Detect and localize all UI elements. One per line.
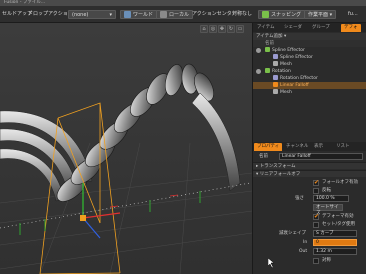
center-handle [80, 215, 86, 221]
mirror-checkbox[interactable] [313, 258, 319, 264]
in-field[interactable]: 0 [313, 239, 357, 246]
tab-shaders[interactable]: シェーダ [281, 24, 305, 32]
drop-action-label[interactable]: ドロップアクション [28, 10, 73, 19]
local-label: ローカル [169, 12, 190, 18]
symmetry-dropdown[interactable]: 対称なし [232, 10, 252, 19]
tab-deformers[interactable]: デフォ [341, 24, 361, 32]
magnet-icon [262, 11, 269, 18]
invert-checkbox[interactable] [313, 188, 319, 194]
transform-section[interactable]: ▸ トランスフォーム [253, 162, 366, 169]
linear-section-label: リニアフォールオフ [259, 172, 301, 177]
name-label: 名前 [259, 154, 268, 159]
in-label: In [303, 240, 308, 245]
add-item-label: アイテム追加 [256, 34, 283, 39]
strength-field[interactable]: 100.0 % [313, 195, 349, 202]
strength-label: 強さ [295, 196, 304, 201]
shape-dropdown[interactable]: S カーブ [313, 230, 357, 237]
list-item[interactable]: Spline Effector [253, 54, 366, 61]
items-tabbar: アイテム シェーダ グループ デフォ [253, 23, 366, 32]
item-label: Mesh [280, 62, 292, 67]
workplane-label: 作業平面 [308, 12, 329, 18]
deformer-enable-label: デフォーマ有効 [322, 214, 354, 219]
item-label: Mesh [280, 90, 292, 95]
maximize-icon[interactable]: ▭ [236, 25, 244, 33]
tab-items[interactable]: アイテム [254, 24, 278, 32]
workplane-dropdown[interactable]: 作業平面 ▾ [304, 10, 337, 19]
out-field[interactable]: 1.32 m [313, 248, 357, 255]
local-button[interactable]: ローカル [156, 10, 194, 19]
3d-viewport[interactable] [0, 23, 252, 274]
viewport-scene [0, 63, 252, 274]
item-label: Spline Effector [272, 48, 305, 53]
eye-icon[interactable] [256, 48, 261, 53]
enable-falloff-label: フォールオフ有効 [322, 180, 358, 185]
preset-dropdown[interactable]: (none) ▾ [68, 10, 116, 19]
mesh-icon [273, 61, 278, 66]
pan-icon[interactable]: ✥ [218, 25, 226, 33]
tab-channels[interactable]: チャンネル [283, 143, 311, 151]
falloff-icon [273, 82, 278, 87]
mouse-cursor-icon [268, 258, 275, 268]
world-label: ワールド [133, 12, 154, 18]
list-item[interactable]: Rotation [253, 68, 366, 75]
list-item[interactable]: Mesh [253, 89, 366, 96]
list-item[interactable]: Spline Effector [253, 47, 366, 54]
list-item[interactable]: Rotation Effector [253, 75, 366, 82]
eye-icon[interactable] [256, 69, 261, 74]
preset-value: (none) [72, 12, 89, 18]
axis-icon [160, 11, 167, 18]
mirror-label: 対称 [322, 258, 331, 263]
deformer-enable-checkbox[interactable] [313, 213, 319, 220]
globe-icon [124, 11, 131, 18]
toolbar-extra[interactable]: fu... [348, 10, 358, 19]
enable-falloff-checkbox[interactable] [313, 179, 319, 186]
properties-tabbar: プロパティ チャンネル 表示 リスト [253, 142, 366, 151]
item-label: Rotation Effector [280, 76, 318, 81]
home-icon[interactable]: ⌂ [200, 25, 208, 33]
effector-icon [273, 54, 278, 59]
main-toolbar: セルドアップ ドロップアクション (none) ▾ ワールド ローカル アクショ… [0, 6, 366, 23]
item-label: Rotation [272, 69, 291, 74]
tab-properties[interactable]: プロパティ [254, 143, 283, 151]
right-panel: アイテム シェーダ グループ デフォ アイテム追加 ▾ 名前 Spline Ef… [252, 23, 366, 274]
group-icon [265, 68, 270, 73]
effector-icon [273, 75, 278, 80]
snapping-label: スナッピング [271, 12, 302, 18]
name-column-header: 名前 [253, 40, 366, 47]
out-label: Out [299, 249, 308, 254]
action-center-dropdown[interactable]: アクションセンター [192, 10, 237, 19]
invert-label: 反転 [322, 188, 331, 193]
rotate-icon[interactable]: ↻ [227, 25, 235, 33]
use-sets-label: セット/タグ使用 [322, 222, 356, 227]
shape-label: 減衰シェイプ [279, 231, 306, 236]
group-icon [265, 47, 270, 52]
chevron-down-icon: ▾ [109, 12, 112, 18]
x-axis-handle [82, 212, 121, 219]
viewport-nav-icons: ⌂ ◎ ✥ ↻ ▭ [200, 25, 245, 33]
tab-list[interactable]: リスト [333, 143, 353, 151]
twisted-spline-mesh [56, 63, 214, 202]
world-button[interactable]: ワールド [120, 10, 158, 19]
list-item-selected[interactable]: Linear Falloff [253, 82, 366, 89]
item-label: Linear Falloff [280, 83, 309, 88]
name-field[interactable]: Linear Falloff [279, 153, 363, 160]
item-label: Spline Effector [280, 55, 313, 60]
flat-ribbon [191, 92, 241, 192]
use-sets-checkbox[interactable] [313, 222, 319, 228]
add-item-button[interactable]: アイテム追加 ▾ [253, 33, 366, 40]
tab-groups[interactable]: グループ [309, 24, 333, 32]
list-item[interactable]: Mesh [253, 61, 366, 68]
tab-display[interactable]: 表示 [311, 143, 326, 151]
snapping-button[interactable]: スナッピング [258, 10, 306, 19]
auto-size-button[interactable]: オートサイズ [313, 204, 343, 216]
spline-path [0, 182, 251, 229]
linear-falloff-section[interactable]: ▾ リニアフォールオフ [253, 170, 366, 177]
mesh-icon [273, 89, 278, 94]
transform-section-label: トランスフォーム [259, 164, 296, 169]
fit-icon[interactable]: ◎ [209, 25, 217, 33]
